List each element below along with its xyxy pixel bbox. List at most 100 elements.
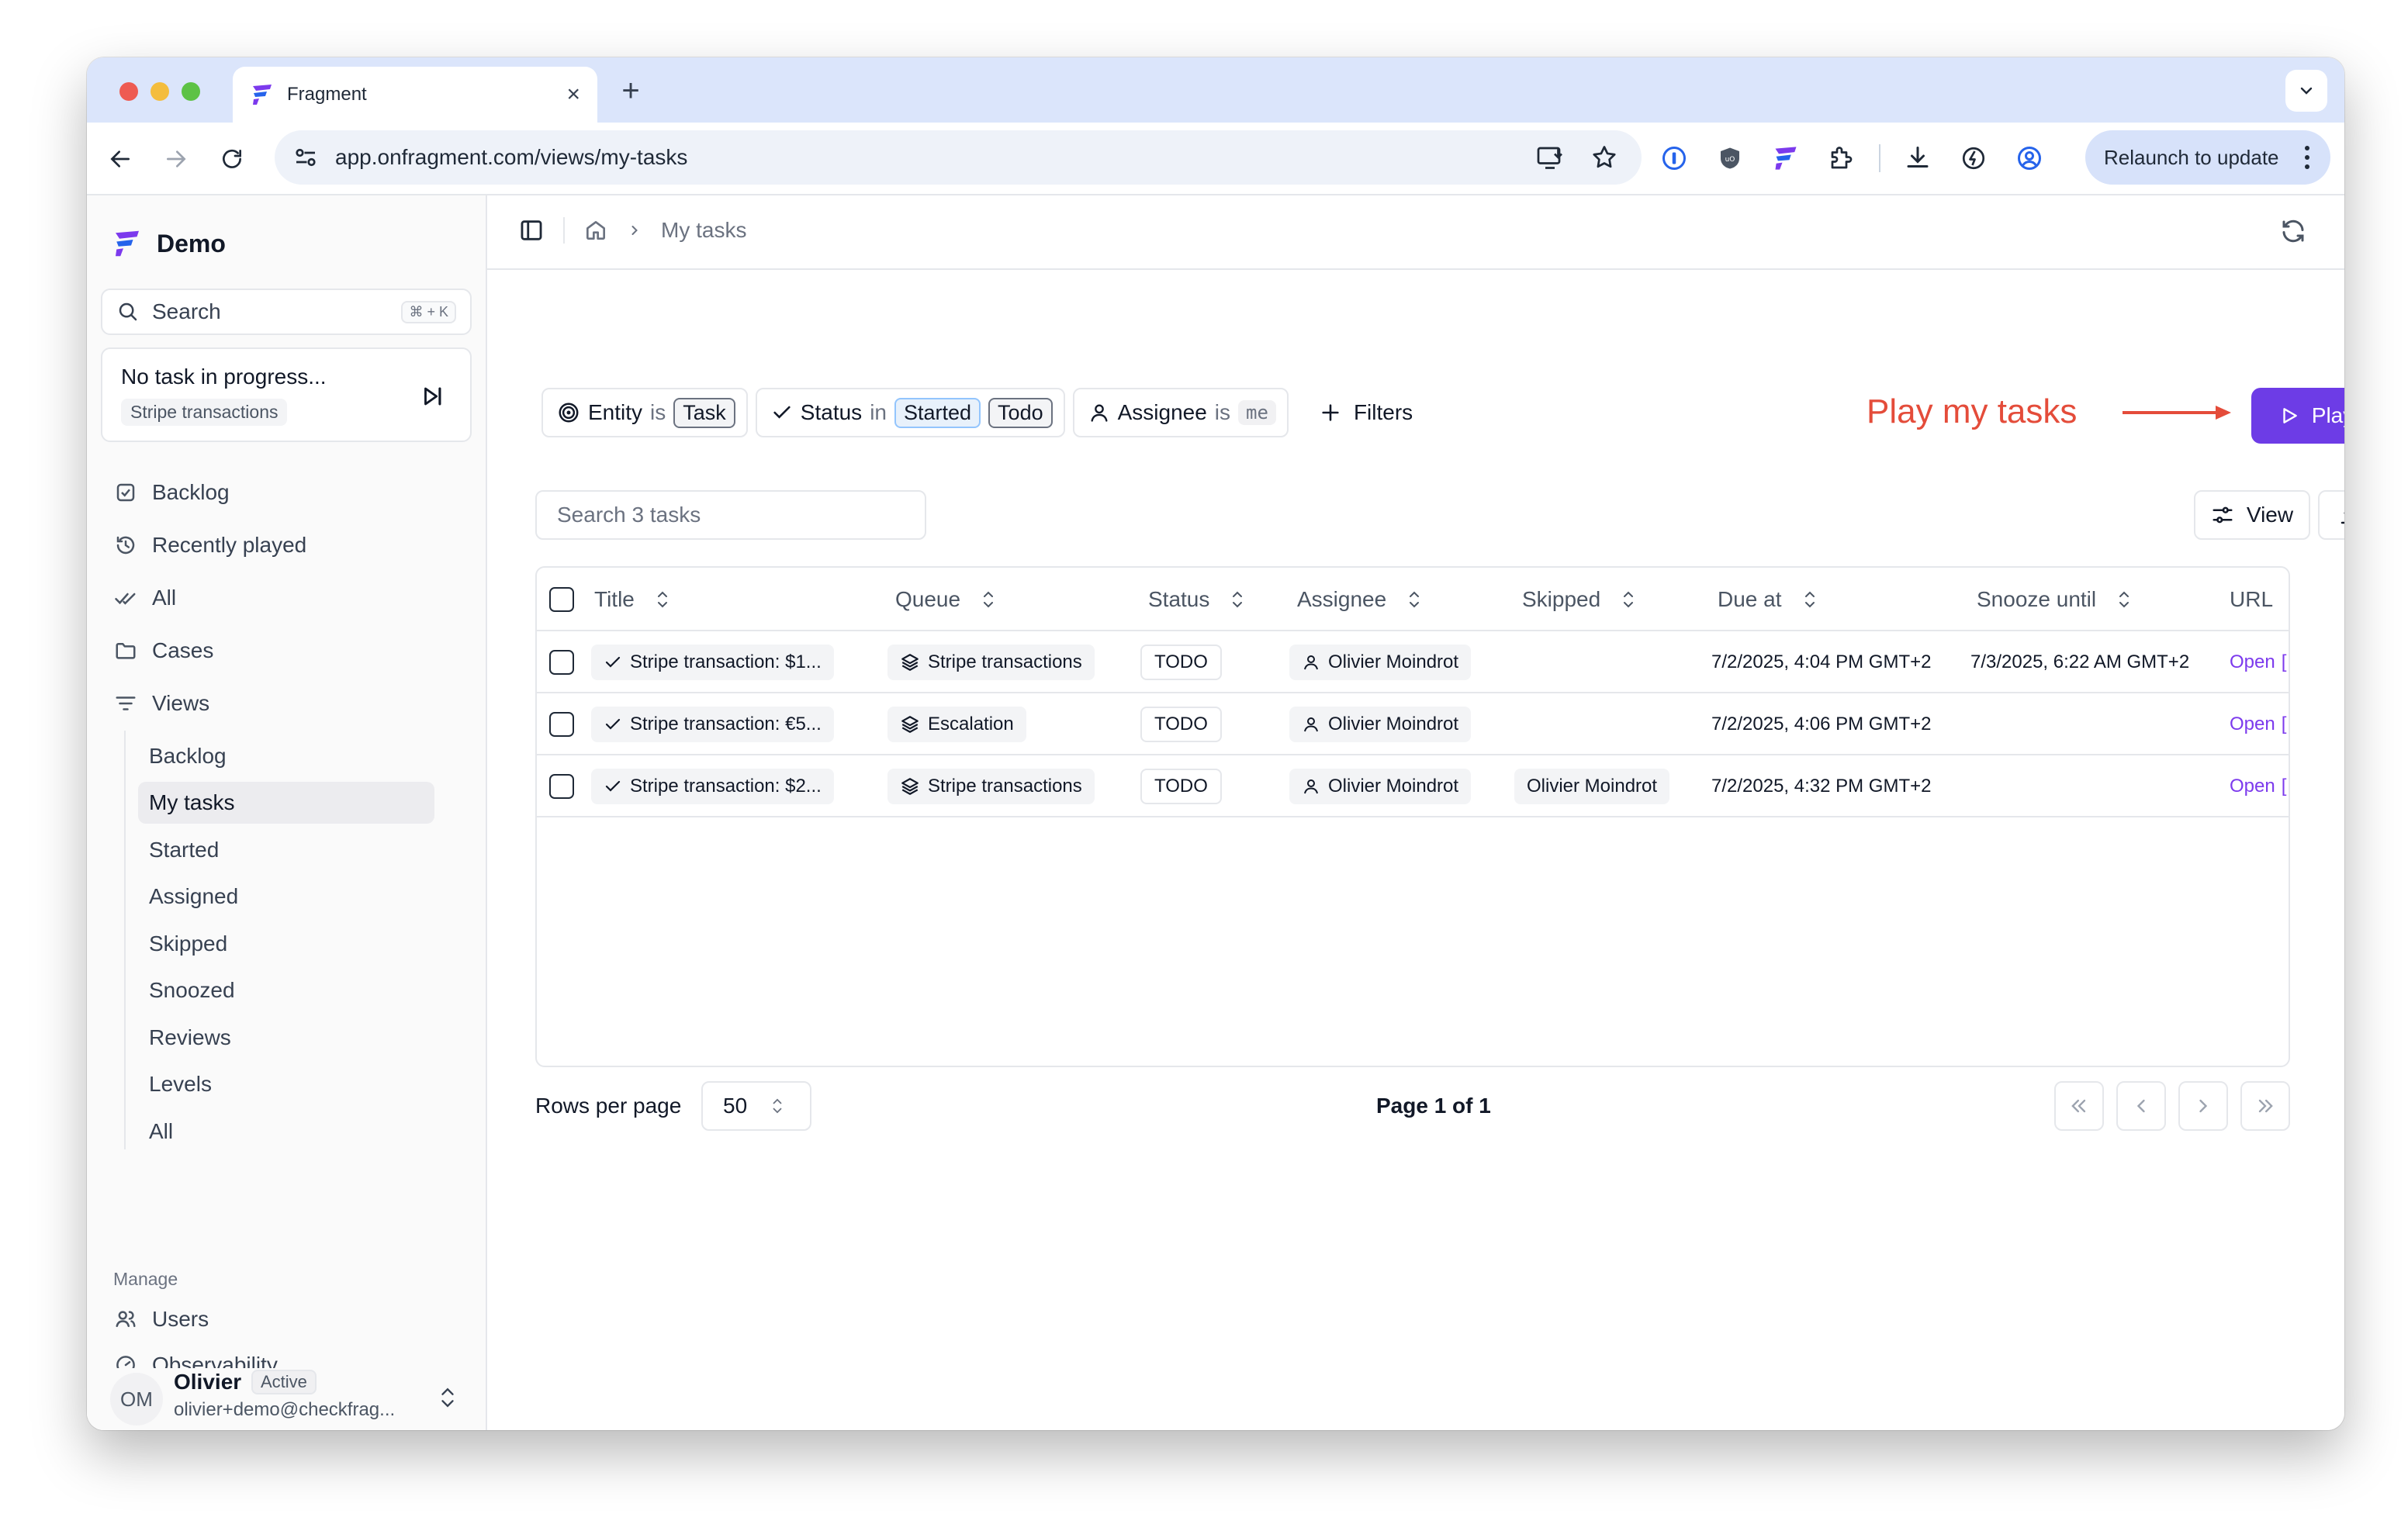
table-row[interactable]: Stripe transaction: $2... Stripe transac…: [537, 755, 2289, 817]
assignee-name: Olivier Moindrot: [1328, 651, 1459, 672]
first-page-button[interactable]: [2054, 1081, 2104, 1131]
queue-pill[interactable]: Stripe transactions: [887, 645, 1095, 680]
sidebar-item-users[interactable]: Users: [113, 1300, 209, 1339]
previous-page-button[interactable]: [2116, 1081, 2166, 1131]
install-app-icon[interactable]: [1536, 143, 1564, 171]
browser-tab-active[interactable]: Fragment ×: [233, 67, 597, 123]
home-icon[interactable]: [583, 218, 608, 243]
queue-pill[interactable]: Escalation: [887, 707, 1026, 742]
column-header-due-at[interactable]: Due at: [1718, 568, 1818, 631]
downloads-icon[interactable]: [1899, 140, 1936, 177]
filter-chip-entity[interactable]: Entity is Task: [541, 388, 748, 437]
forward-button[interactable]: [158, 141, 194, 177]
view-item-snoozed[interactable]: Snoozed: [138, 969, 434, 1011]
app-root: Demo Search ⌘ + K No task in progress...…: [87, 195, 2344, 1430]
filter-value[interactable]: Todo: [988, 397, 1053, 428]
address-bar[interactable]: app.onfragment.com/views/my-tasks: [275, 130, 1642, 185]
password-manager-icon[interactable]: [1656, 140, 1693, 177]
assignee-pill[interactable]: Olivier Moindrot: [1289, 769, 1472, 804]
extension-icons: uO: [1656, 140, 2048, 177]
subnav-guide-line: [124, 731, 126, 1149]
table-row[interactable]: Stripe transaction: €5... Escalation TOD…: [537, 693, 2289, 755]
task-title-pill[interactable]: Stripe transaction: $2...: [591, 769, 834, 804]
back-button[interactable]: [102, 141, 138, 177]
column-header-title[interactable]: Title: [594, 568, 670, 631]
view-item-backlog[interactable]: Backlog: [138, 735, 434, 777]
close-window-button[interactable]: [119, 82, 138, 101]
sidebar-item-views[interactable]: Views: [113, 684, 209, 723]
refresh-icon[interactable]: [2279, 217, 2307, 245]
sidebar-item-backlog[interactable]: Backlog: [113, 473, 230, 512]
view-item-skipped[interactable]: Skipped: [138, 923, 434, 965]
play-button[interactable]: Play: [2251, 388, 2344, 444]
filter-chip-status[interactable]: Status in Started Todo: [755, 388, 1065, 437]
add-filter-button[interactable]: Filters: [1296, 388, 1436, 437]
assignee-pill[interactable]: Olivier Moindrot: [1289, 707, 1472, 742]
site-settings-icon[interactable]: [292, 143, 320, 171]
open-task-link[interactable]: Open: [2230, 651, 2275, 673]
tab-search-button[interactable]: [2285, 70, 2327, 112]
new-tab-button[interactable]: +: [611, 71, 650, 110]
external-link-icon[interactable]: [: [2282, 714, 2287, 735]
close-tab-icon[interactable]: ×: [566, 83, 580, 106]
row-checkbox[interactable]: [549, 650, 574, 675]
column-header-snooze-until[interactable]: Snooze until: [1977, 568, 2132, 631]
filter-chip-assignee[interactable]: Assignee is me: [1072, 388, 1289, 437]
next-page-button[interactable]: [2178, 1081, 2228, 1131]
reload-button[interactable]: [214, 141, 250, 177]
sidebar-search[interactable]: Search ⌘ + K: [101, 289, 472, 335]
row-checkbox[interactable]: [549, 712, 574, 737]
queue-pill[interactable]: Stripe transactions: [887, 769, 1095, 804]
column-header-status[interactable]: Status: [1148, 568, 1245, 631]
view-item-my-tasks[interactable]: My tasks: [138, 782, 434, 824]
sidebar-item-all[interactable]: All: [113, 579, 176, 617]
sidebar-item-cases[interactable]: Cases: [113, 631, 213, 670]
row-checkbox[interactable]: [549, 774, 574, 799]
view-item-assigned[interactable]: Assigned: [138, 876, 434, 918]
user-icon: [1304, 717, 1318, 732]
filter-value[interactable]: Started: [894, 397, 981, 428]
workspace-brand[interactable]: Demo: [112, 228, 226, 259]
view-item-all[interactable]: All: [138, 1111, 434, 1153]
skip-forward-icon[interactable]: [419, 383, 445, 410]
view-options-button[interactable]: View: [2194, 490, 2310, 540]
view-item-reviews[interactable]: Reviews: [138, 1017, 434, 1059]
profile-icon[interactable]: [2011, 140, 2048, 177]
external-link-icon[interactable]: [: [2282, 651, 2287, 673]
view-item-started[interactable]: Started: [138, 829, 434, 871]
extensions-puzzle-icon[interactable]: [1823, 140, 1860, 177]
rows-per-page-value: 50: [723, 1094, 748, 1118]
assignee-pill[interactable]: Olivier Moindrot: [1289, 645, 1472, 680]
task-title: Stripe transaction: $2...: [630, 776, 822, 797]
fragment-extension-icon[interactable]: [1767, 140, 1804, 177]
filter-value[interactable]: me: [1238, 400, 1276, 425]
download-button[interactable]: [2318, 490, 2344, 540]
last-page-button[interactable]: [2240, 1081, 2290, 1131]
maximize-window-button[interactable]: [182, 82, 200, 101]
view-item-levels[interactable]: Levels: [138, 1063, 434, 1105]
sidebar-toggle-icon[interactable]: [518, 217, 545, 244]
relaunch-button[interactable]: Relaunch to update: [2085, 130, 2330, 185]
sidebar-item-observability[interactable]: Observability: [113, 1353, 278, 1368]
column-header-assignee[interactable]: Assignee: [1297, 568, 1422, 631]
user-menu[interactable]: OM Olivier Active olivier+demo@checkfrag…: [87, 1368, 486, 1430]
open-task-link[interactable]: Open: [2230, 776, 2275, 797]
minimize-window-button[interactable]: [150, 82, 169, 101]
sidebar-item-recently-played[interactable]: Recently played: [113, 526, 306, 565]
task-title-pill[interactable]: Stripe transaction: €5...: [591, 707, 834, 742]
external-link-icon[interactable]: [: [2282, 776, 2287, 797]
select-all-checkbox[interactable]: [549, 587, 574, 612]
filter-value[interactable]: Task: [673, 397, 735, 428]
ublock-shield-icon[interactable]: uO: [1711, 140, 1749, 177]
task-search-input[interactable]: [535, 490, 926, 540]
rows-per-page-select[interactable]: 50: [701, 1081, 811, 1131]
column-header-skipped[interactable]: Skipped: [1522, 568, 1636, 631]
sort-icon: [2119, 591, 2129, 608]
column-header-queue[interactable]: Queue: [895, 568, 996, 631]
bookmark-star-icon[interactable]: [1590, 143, 1618, 171]
open-task-link[interactable]: Open: [2230, 714, 2275, 735]
table-row[interactable]: Stripe transaction: $1... Stripe transac…: [537, 631, 2289, 693]
performance-icon[interactable]: [1955, 140, 1992, 177]
task-title-pill[interactable]: Stripe transaction: $1...: [591, 645, 834, 680]
url-cell: Open [: [2230, 693, 2286, 755]
